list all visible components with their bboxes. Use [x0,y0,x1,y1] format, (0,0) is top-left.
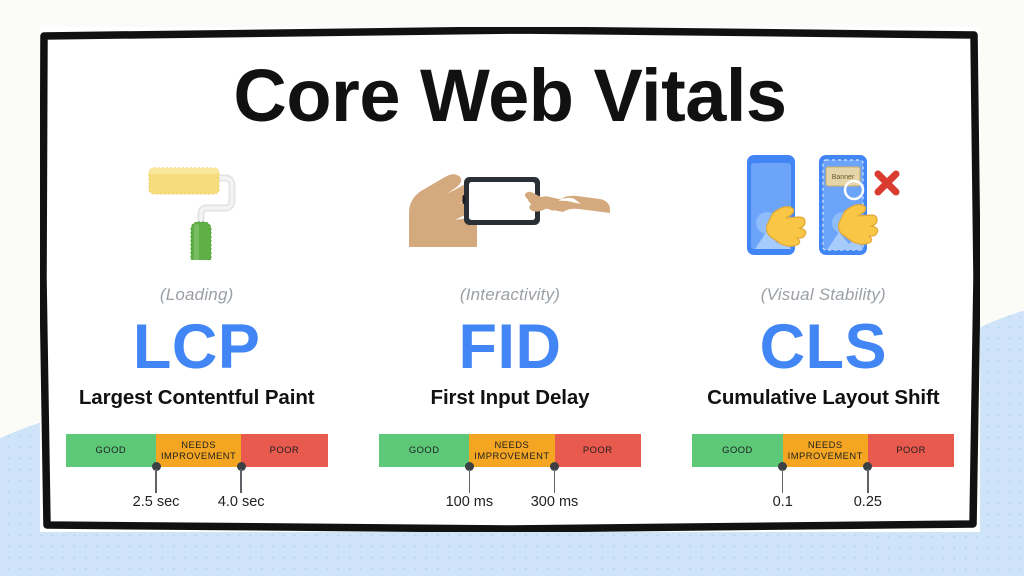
threshold-stem [553,469,556,493]
threshold-stem [468,469,471,493]
rating-bar-lcp: GOOD NEEDS IMPROVEMENT POOR [65,434,328,467]
page-title: Core Web Vitals [233,54,787,137]
vital-category-cls: (Visual Stability) [760,285,886,304]
needs-improvement-line2: IMPROVEMENT [160,449,237,461]
vital-acronym-fid: FID [458,312,562,382]
threshold-value-good-max-fid: 100 ms [445,494,494,510]
rating-segment-needs-improvement: NEEDS IMPROVEMENT [782,434,868,467]
vital-acronym-lcp: LCP [132,312,261,382]
vital-category-lcp: (Loading) [159,285,234,304]
needs-improvement-line2: IMPROVEMENT [787,449,863,461]
needs-improvement-line1: NEEDS [181,439,216,450]
vital-fullname-lcp: Largest Contentful Paint [78,386,315,409]
threshold-value-good-max-cls: 0.1 [772,494,793,510]
threshold-value-needs-max-fid: 300 ms [530,494,579,510]
threshold-value-needs-max-lcp: 4.0 sec [217,494,265,510]
threshold-stem [867,469,869,493]
infographic-card: Core Web Vitals (Loading) LCP Largest Co… [40,27,980,532]
vital-column-cls: Banner (Visual Stability) CLS Cumulative… [667,147,980,510]
rating-segment-needs-improvement: NEEDS IMPROVEMENT [156,434,242,467]
rating-segment-good: GOOD [692,434,783,467]
needs-improvement-line1: NEEDS [807,439,843,450]
paint-roller-icon [148,167,236,260]
vital-category-fid: (Interactivity) [459,285,561,304]
paint-roller-illustration [77,147,317,263]
threshold-value-good-max-lcp: 2.5 sec [132,494,180,510]
threshold-value-needs-max-cls: 0.25 [853,494,882,510]
rating-scale-cls: GOOD NEEDS IMPROVEMENT POOR 0.1 0.25 [692,434,955,510]
layout-shift-illustration: Banner [703,147,943,263]
vital-fullname-cls: Cumulative Layout Shift [707,386,940,409]
threshold-stem [781,469,784,493]
needs-improvement-line1: NEEDS [494,439,530,450]
hands-tapping-phone-icon [409,174,611,252]
error-x-icon [874,170,900,196]
rating-bar-fid: GOOD NEEDS IMPROVEMENT POOR [378,434,641,467]
vitals-row: (Loading) LCP Largest Contentful Paint G… [40,147,980,510]
vital-acronym-cls: CLS [759,312,888,382]
rating-scale-lcp: GOOD NEEDS IMPROVEMENT POOR 2.5 sec 4.0 … [65,434,328,510]
rating-segment-good: GOOD [65,434,157,467]
rating-segment-poor: POOR [554,434,641,467]
needs-improvement-line2: IMPROVEMENT [474,449,550,461]
threshold-stem [240,469,242,493]
hands-phone-illustration [390,147,630,263]
rating-scale-fid: GOOD NEEDS IMPROVEMENT POOR 100 ms 300 m… [378,434,641,510]
rating-segment-good: GOOD [378,434,470,467]
threshold-stem [155,469,157,493]
vital-column-fid: (Interactivity) FID First Input Delay GO… [353,147,666,510]
rating-segment-needs-improvement: NEEDS IMPROVEMENT [469,434,555,467]
vital-column-lcp: (Loading) LCP Largest Contentful Paint G… [40,147,353,510]
banner-label: Banner [832,174,855,181]
vital-fullname-fid: First Input Delay [430,386,590,409]
rating-bar-cls: GOOD NEEDS IMPROVEMENT POOR [692,434,955,467]
layout-shift-phones-icon: Banner [747,155,900,255]
rating-segment-poor: POOR [241,434,328,467]
rating-segment-poor: POOR [867,434,955,467]
